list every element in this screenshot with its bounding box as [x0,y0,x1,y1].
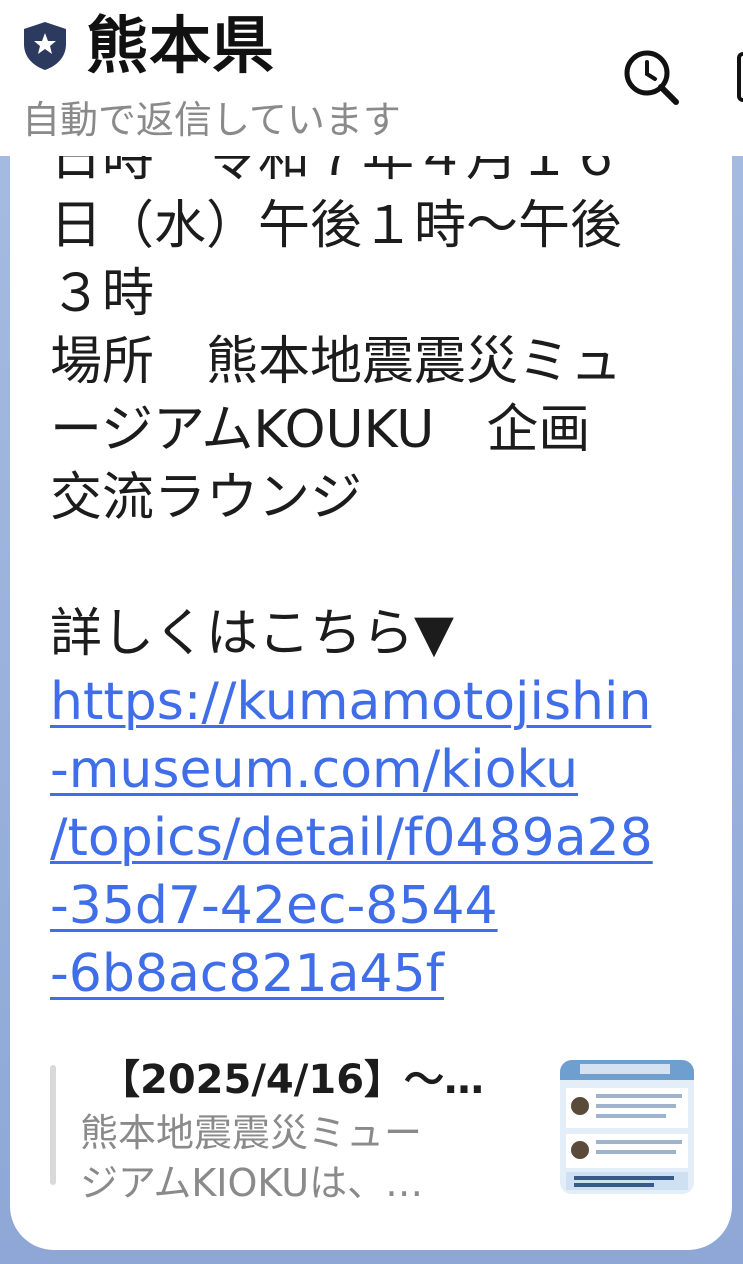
message-link[interactable]: -6b8ac821a45f [50,940,700,1008]
message-line: ージアムKOUKU 企画 [50,400,591,460]
message-link[interactable]: /topics/detail/f0489a28 [50,804,700,872]
preview-accent-bar [50,1065,56,1185]
message-line: 場所 熊本地震震災ミュ [50,332,623,392]
message-link[interactable]: https://kumamotojishin [50,668,700,736]
chat-header: 熊本県 自動で返信しています [0,0,743,156]
link-preview-card[interactable]: 【2025/4/16】〜… 熊本地震震災ミュー ジアムKIOKUは、… [50,1057,700,1205]
message-link[interactable]: -35d7-42ec-8544 [50,872,700,940]
message-link[interactable]: -museum.com/kioku [50,736,700,804]
message-bubble: 日時 令和７年４月１６ 日（水）午後１時〜午後 ３時 場所 熊本地震震災ミュ ージアムK… [10,100,732,1250]
chat-title: 熊本県 [86,9,276,82]
message-line: 詳しくはこちら▼ [50,604,454,664]
chat-screen: 日時 令和７年４月１６ 日（水）午後１時〜午後 ３時 場所 熊本地震震災ミュ ージアムK… [0,0,743,1264]
search-history-icon[interactable] [620,46,682,108]
auto-reply-status: 自動で返信しています [22,98,401,142]
message-line-blank [50,532,700,600]
shield-star-icon [24,22,66,70]
preview-title: 【2025/4/16】〜… [100,1057,485,1103]
preview-description: 熊本地震震災ミュー ジアムKIOKUは、… [80,1108,520,1208]
message-line: 日（水）午後１時〜午後 [50,196,623,256]
menu-edge-icon[interactable] [737,52,743,102]
preview-description-text: 熊本地震震災ミュー ジアムKIOKUは、… [80,1111,424,1205]
message-line: ３時 [50,264,155,324]
message-line: 交流ラウンジ [50,468,363,528]
message-text: 日時 令和７年４月１６ 日（水）午後１時〜午後 ３時 場所 熊本地震震災ミュ ージアムK… [50,128,700,1008]
preview-thumbnail [560,1060,694,1194]
